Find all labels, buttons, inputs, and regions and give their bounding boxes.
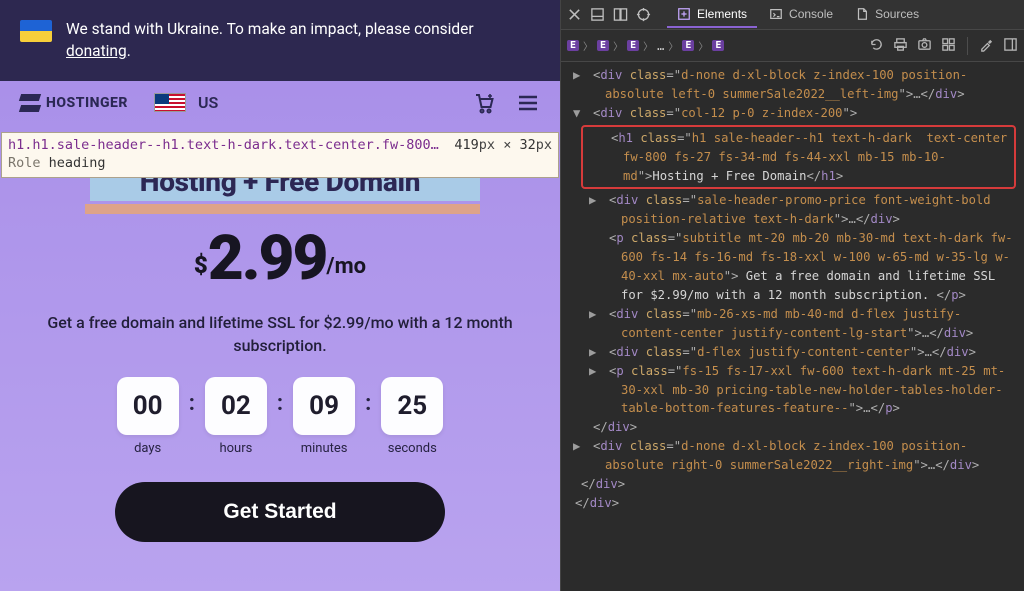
brand-logo[interactable]: HOSTINGER xyxy=(20,93,128,113)
dom-breadcrumbs[interactable]: E 〉 E 〉 E 〉 … 〉 E 〉 E xyxy=(567,38,869,53)
countdown-separator: : xyxy=(189,377,195,416)
dom-node[interactable]: ▼<div class="col-12 p-0 z-index-200"> xyxy=(581,104,1016,123)
refresh-icon[interactable] xyxy=(869,37,884,55)
toolbar-separator xyxy=(967,37,968,55)
dock-side-icon[interactable] xyxy=(613,7,628,22)
ukraine-flag-icon xyxy=(20,20,52,42)
breadcrumb-item[interactable]: E xyxy=(712,40,724,51)
tab-elements[interactable]: Elements xyxy=(667,2,757,28)
dom-node[interactable]: ▶<div class="d-none d-xl-block z-index-1… xyxy=(581,437,1016,475)
breadcrumb-item[interactable]: E xyxy=(682,40,694,51)
countdown-label: hours xyxy=(205,441,267,456)
inspect-margin-overlay-bottom xyxy=(85,204,480,214)
countdown-timer: 00days:02hours:09minutes:25seconds xyxy=(24,377,536,456)
dom-node[interactable]: </div> xyxy=(581,418,1016,437)
hero-section: Hosting + Free Domain $2.99/mo Get a fre… xyxy=(0,121,560,542)
countdown-label: seconds xyxy=(381,441,443,456)
currency-symbol: $ xyxy=(194,251,208,279)
devtools-toolbar xyxy=(869,37,1018,55)
countdown-item-hours: 02 hours xyxy=(205,377,267,456)
countdown-value: 02 xyxy=(205,377,267,435)
tooltip-role-label: Role xyxy=(8,155,41,171)
countdown-value: 09 xyxy=(293,377,355,435)
hero-subtext: Get a free domain and lifetime SSL for $… xyxy=(24,311,536,357)
breadcrumb-separator: 〉 xyxy=(613,38,623,53)
price-period: /mo xyxy=(326,254,366,279)
devtools-tabs: Elements Console Sources xyxy=(667,2,929,28)
countdown-label: minutes xyxy=(293,441,355,456)
price-display: $2.99/mo xyxy=(24,222,536,295)
breadcrumb-separator: 〉 xyxy=(643,38,653,53)
breadcrumb-separator: 〉 xyxy=(668,38,678,53)
banner-text-prefix: We stand with Ukraine. To make an impact… xyxy=(66,20,474,38)
tab-sources[interactable]: Sources xyxy=(845,2,929,28)
countdown-value: 00 xyxy=(117,377,179,435)
breadcrumb-separator: 〉 xyxy=(583,38,593,53)
us-flag-icon xyxy=(154,93,186,112)
hamburger-icon[interactable] xyxy=(516,91,540,115)
breadcrumb-item[interactable]: E xyxy=(567,40,579,51)
eyedropper-icon[interactable] xyxy=(979,37,994,55)
countdown-separator: : xyxy=(365,377,371,416)
close-icon[interactable] xyxy=(567,7,582,22)
dom-node[interactable]: </div> xyxy=(581,475,1016,494)
ukraine-banner: We stand with Ukraine. To make an impact… xyxy=(0,0,560,81)
breadcrumb-item[interactable]: E xyxy=(627,40,639,51)
website-viewport: We stand with Ukraine. To make an impact… xyxy=(0,0,560,591)
dom-node[interactable]: <p class="subtitle mt-20 mb-20 mb-30-md … xyxy=(581,229,1016,305)
donate-link[interactable]: donating xyxy=(66,42,127,60)
dom-node[interactable]: ▶<div class="d-none d-xl-block z-index-1… xyxy=(581,66,1016,104)
element-inspect-tooltip: h1.h1.sale-header--h1.text-h-dark.text-c… xyxy=(1,132,559,178)
brand-name: HOSTINGER xyxy=(46,95,128,111)
logo-mark-icon xyxy=(20,93,40,113)
breadcrumb-item[interactable]: E xyxy=(597,40,609,51)
screenshot-icon[interactable] xyxy=(917,37,932,55)
countdown-separator: : xyxy=(277,377,283,416)
dom-tree[interactable]: ▶<div class="d-none d-xl-block z-index-1… xyxy=(561,62,1024,591)
countdown-value: 25 xyxy=(381,377,443,435)
countdown-label: days xyxy=(117,441,179,456)
main-nav: HOSTINGER US xyxy=(0,81,560,121)
devtools-window-controls xyxy=(567,7,651,22)
devtools-panel: Elements Console Sources E 〉 E 〉 E 〉 … 〉 E 〉 E ▶<d… xyxy=(560,0,1024,591)
dom-node-selected[interactable]: <h1 class="h1 sale-header--h1 text-h-dar… xyxy=(581,125,1016,190)
countdown-item-minutes: 09 minutes xyxy=(293,377,355,456)
dom-node[interactable]: ▶<div class="d-flex justify-content-cent… xyxy=(581,343,1016,362)
price-amount: 2.99 xyxy=(208,222,327,295)
inspect-mode-icon[interactable] xyxy=(636,7,651,22)
dom-node[interactable]: </div> xyxy=(581,494,1016,513)
devtools-subbar: E 〉 E 〉 E 〉 … 〉 E 〉 E xyxy=(561,30,1024,62)
countdown-item-seconds: 25 seconds xyxy=(381,377,443,456)
get-started-button[interactable]: Get Started xyxy=(115,482,445,542)
dock-bottom-icon[interactable] xyxy=(590,7,605,22)
breadcrumb-item[interactable]: … xyxy=(657,39,664,53)
breadcrumb-separator: 〉 xyxy=(698,38,708,53)
dom-node[interactable]: ▶<div class="mb-26-xs-md mb-40-md d-flex… xyxy=(581,305,1016,343)
devtools-top-bar: Elements Console Sources xyxy=(561,0,1024,30)
tab-console[interactable]: Console xyxy=(759,2,843,28)
banner-text-suffix: . xyxy=(127,42,131,60)
grid-icon[interactable] xyxy=(941,37,956,55)
panel-toggle-icon[interactable] xyxy=(1003,37,1018,55)
tooltip-selector: h1.h1.sale-header--h1.text-h-dark.text-c… xyxy=(8,137,439,153)
cart-icon[interactable] xyxy=(472,91,496,115)
dom-node[interactable]: ▶<div class="sale-header-promo-price fon… xyxy=(581,191,1016,229)
print-icon[interactable] xyxy=(893,37,908,55)
countdown-item-days: 00 days xyxy=(117,377,179,456)
tooltip-role-value: heading xyxy=(49,155,106,171)
tooltip-dimensions: 419px × 32px xyxy=(454,136,552,154)
banner-text: We stand with Ukraine. To make an impact… xyxy=(66,18,540,63)
locale-label[interactable]: US xyxy=(198,93,218,112)
dom-node[interactable]: ▶<p class="fs-15 fs-17-xxl fw-600 text-h… xyxy=(581,362,1016,419)
